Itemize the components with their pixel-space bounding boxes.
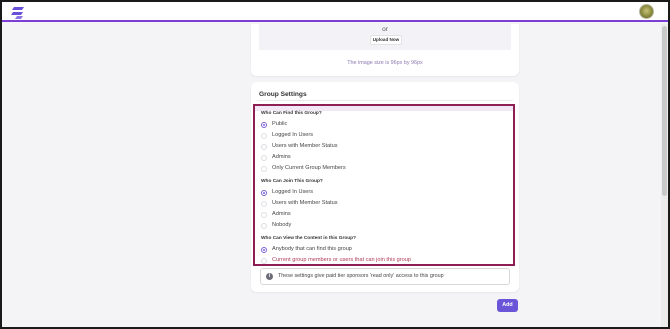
radio-icon[interactable]	[261, 165, 267, 172]
view-content-title: Who Can View the Content in this Group?	[261, 236, 357, 241]
brand-logo-icon[interactable]	[11, 6, 25, 19]
radio-icon[interactable]	[261, 143, 267, 150]
info-note-text: These settings give paid tier sponsors '…	[278, 273, 444, 279]
option-label: Logged In Users	[272, 189, 314, 195]
divider	[257, 100, 513, 101]
upload-now-button[interactable]: Upload Now	[370, 35, 402, 45]
user-avatar[interactable]	[639, 4, 654, 19]
radio-selected-icon[interactable]	[261, 246, 267, 253]
radio-selected-icon[interactable]	[261, 121, 267, 128]
radio-icon[interactable]	[261, 222, 267, 229]
group-settings-title: Group Settings	[259, 91, 307, 98]
option-label: Logged In Users	[272, 132, 314, 138]
find-group-title: Who Can Find this Group?	[261, 111, 322, 116]
option-label: Nobody	[272, 222, 292, 228]
top-navbar	[2, 2, 668, 22]
join-group-title: Who Can Join This Group?	[261, 179, 323, 184]
option-label: Anybody that can find this group	[272, 246, 352, 252]
radio-selected-icon[interactable]	[261, 189, 267, 196]
option-label: Users with Member Status	[272, 143, 338, 149]
option-label: Admins	[272, 154, 291, 160]
radio-icon[interactable]	[261, 257, 267, 264]
option-label: Public	[272, 121, 288, 127]
option-label: Current group members or users that can …	[272, 257, 411, 263]
visibility-settings-highlight: Who Can Find this Group? Public Logged I…	[253, 104, 515, 266]
option-label: Users with Member Status	[272, 200, 338, 206]
info-note: i These settings give paid tier sponsors…	[260, 268, 510, 285]
or-separator: or	[382, 26, 388, 33]
option-label: Admins	[272, 211, 291, 217]
image-upload-card: or Upload Now The image size is 96px by …	[251, 24, 519, 76]
group-settings-card: Group Settings Who Can Find this Group? …	[251, 82, 519, 292]
option-label: Only Current Group Members	[272, 165, 346, 171]
image-dropzone[interactable]: or Upload Now	[259, 24, 511, 50]
app-window: or Upload Now The image size is 96px by …	[2, 2, 668, 327]
radio-icon[interactable]	[261, 132, 267, 139]
radio-icon[interactable]	[261, 154, 267, 161]
radio-icon[interactable]	[261, 211, 267, 218]
info-icon: i	[266, 273, 273, 280]
scrollbar-thumb[interactable]	[662, 26, 667, 196]
add-button[interactable]: Add	[497, 299, 518, 312]
radio-icon[interactable]	[261, 200, 267, 207]
image-size-note: The image size is 96px by 96px	[347, 60, 423, 66]
